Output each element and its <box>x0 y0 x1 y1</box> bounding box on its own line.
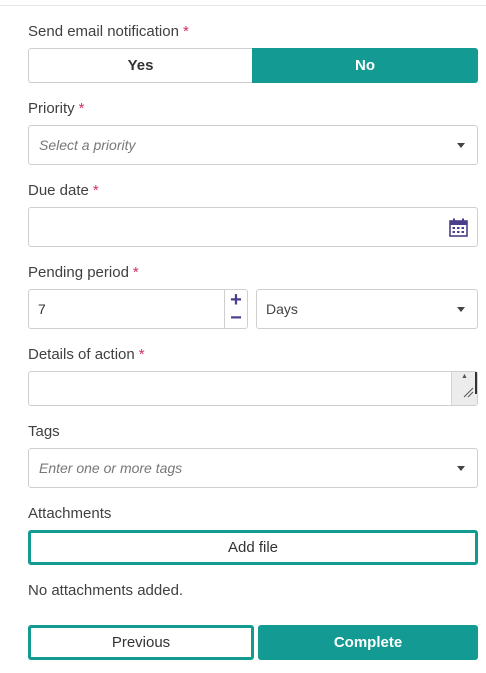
tags-label: Tags <box>28 423 60 441</box>
required-marker: * <box>92 182 99 199</box>
details-label-text: Details of action <box>28 346 135 363</box>
email-notification-label: Send email notification * <box>28 23 189 41</box>
attachments-label-text: Attachments <box>28 505 112 522</box>
required-marker: * <box>78 100 85 117</box>
add-file-button[interactable]: Add file <box>28 530 478 565</box>
due-date-label: Due date * <box>28 182 99 200</box>
required-marker: * <box>138 346 145 363</box>
pending-period-input[interactable]: 7 + − <box>28 289 248 329</box>
chevron-down-icon <box>457 143 465 148</box>
tags-label-text: Tags <box>28 423 60 440</box>
scrollbar-thumb[interactable] <box>475 372 477 394</box>
yes-option-button[interactable]: Yes <box>28 48 252 83</box>
no-attachments-text: No attachments added. <box>28 582 184 599</box>
attachments-label: Attachments <box>28 505 111 523</box>
pending-period-unit-select[interactable]: Days <box>256 289 478 329</box>
priority-label: Priority * <box>28 100 85 118</box>
required-marker: * <box>132 264 139 281</box>
textarea-scrollbar[interactable]: ▲ <box>451 372 477 405</box>
chevron-down-icon <box>457 466 465 471</box>
tags-placeholder: Enter one or more tags <box>39 460 183 476</box>
complete-button[interactable]: Complete <box>258 625 478 660</box>
tags-select[interactable]: Enter one or more tags <box>28 448 478 488</box>
resize-grip-icon[interactable] <box>462 385 474 403</box>
details-textarea[interactable]: ▲ <box>28 371 478 406</box>
pending-period-label: Pending period * <box>28 264 139 282</box>
due-date-input[interactable] <box>28 207 478 247</box>
chevron-down-icon <box>457 307 465 312</box>
details-label: Details of action * <box>28 346 145 364</box>
minus-icon[interactable]: − <box>228 308 244 328</box>
plus-icon[interactable]: + <box>228 290 244 310</box>
required-marker: * <box>182 23 189 40</box>
priority-select[interactable]: Select a priority <box>28 125 478 165</box>
top-divider <box>0 5 486 6</box>
calendar-icon[interactable] <box>449 218 468 240</box>
email-notification-toggle: Yes No <box>28 48 478 83</box>
pending-period-label-text: Pending period <box>28 264 129 281</box>
priority-label-text: Priority <box>28 100 75 117</box>
previous-button[interactable]: Previous <box>28 625 254 660</box>
scroll-up-icon[interactable]: ▲ <box>461 373 468 380</box>
no-option-button[interactable]: No <box>252 48 478 83</box>
due-date-label-text: Due date <box>28 182 89 199</box>
priority-placeholder: Select a priority <box>39 137 136 153</box>
quantity-stepper: + − <box>224 290 247 328</box>
pending-period-value: 7 <box>38 301 46 317</box>
pending-period-unit-value: Days <box>266 301 298 317</box>
email-notification-label-text: Send email notification <box>28 23 179 40</box>
